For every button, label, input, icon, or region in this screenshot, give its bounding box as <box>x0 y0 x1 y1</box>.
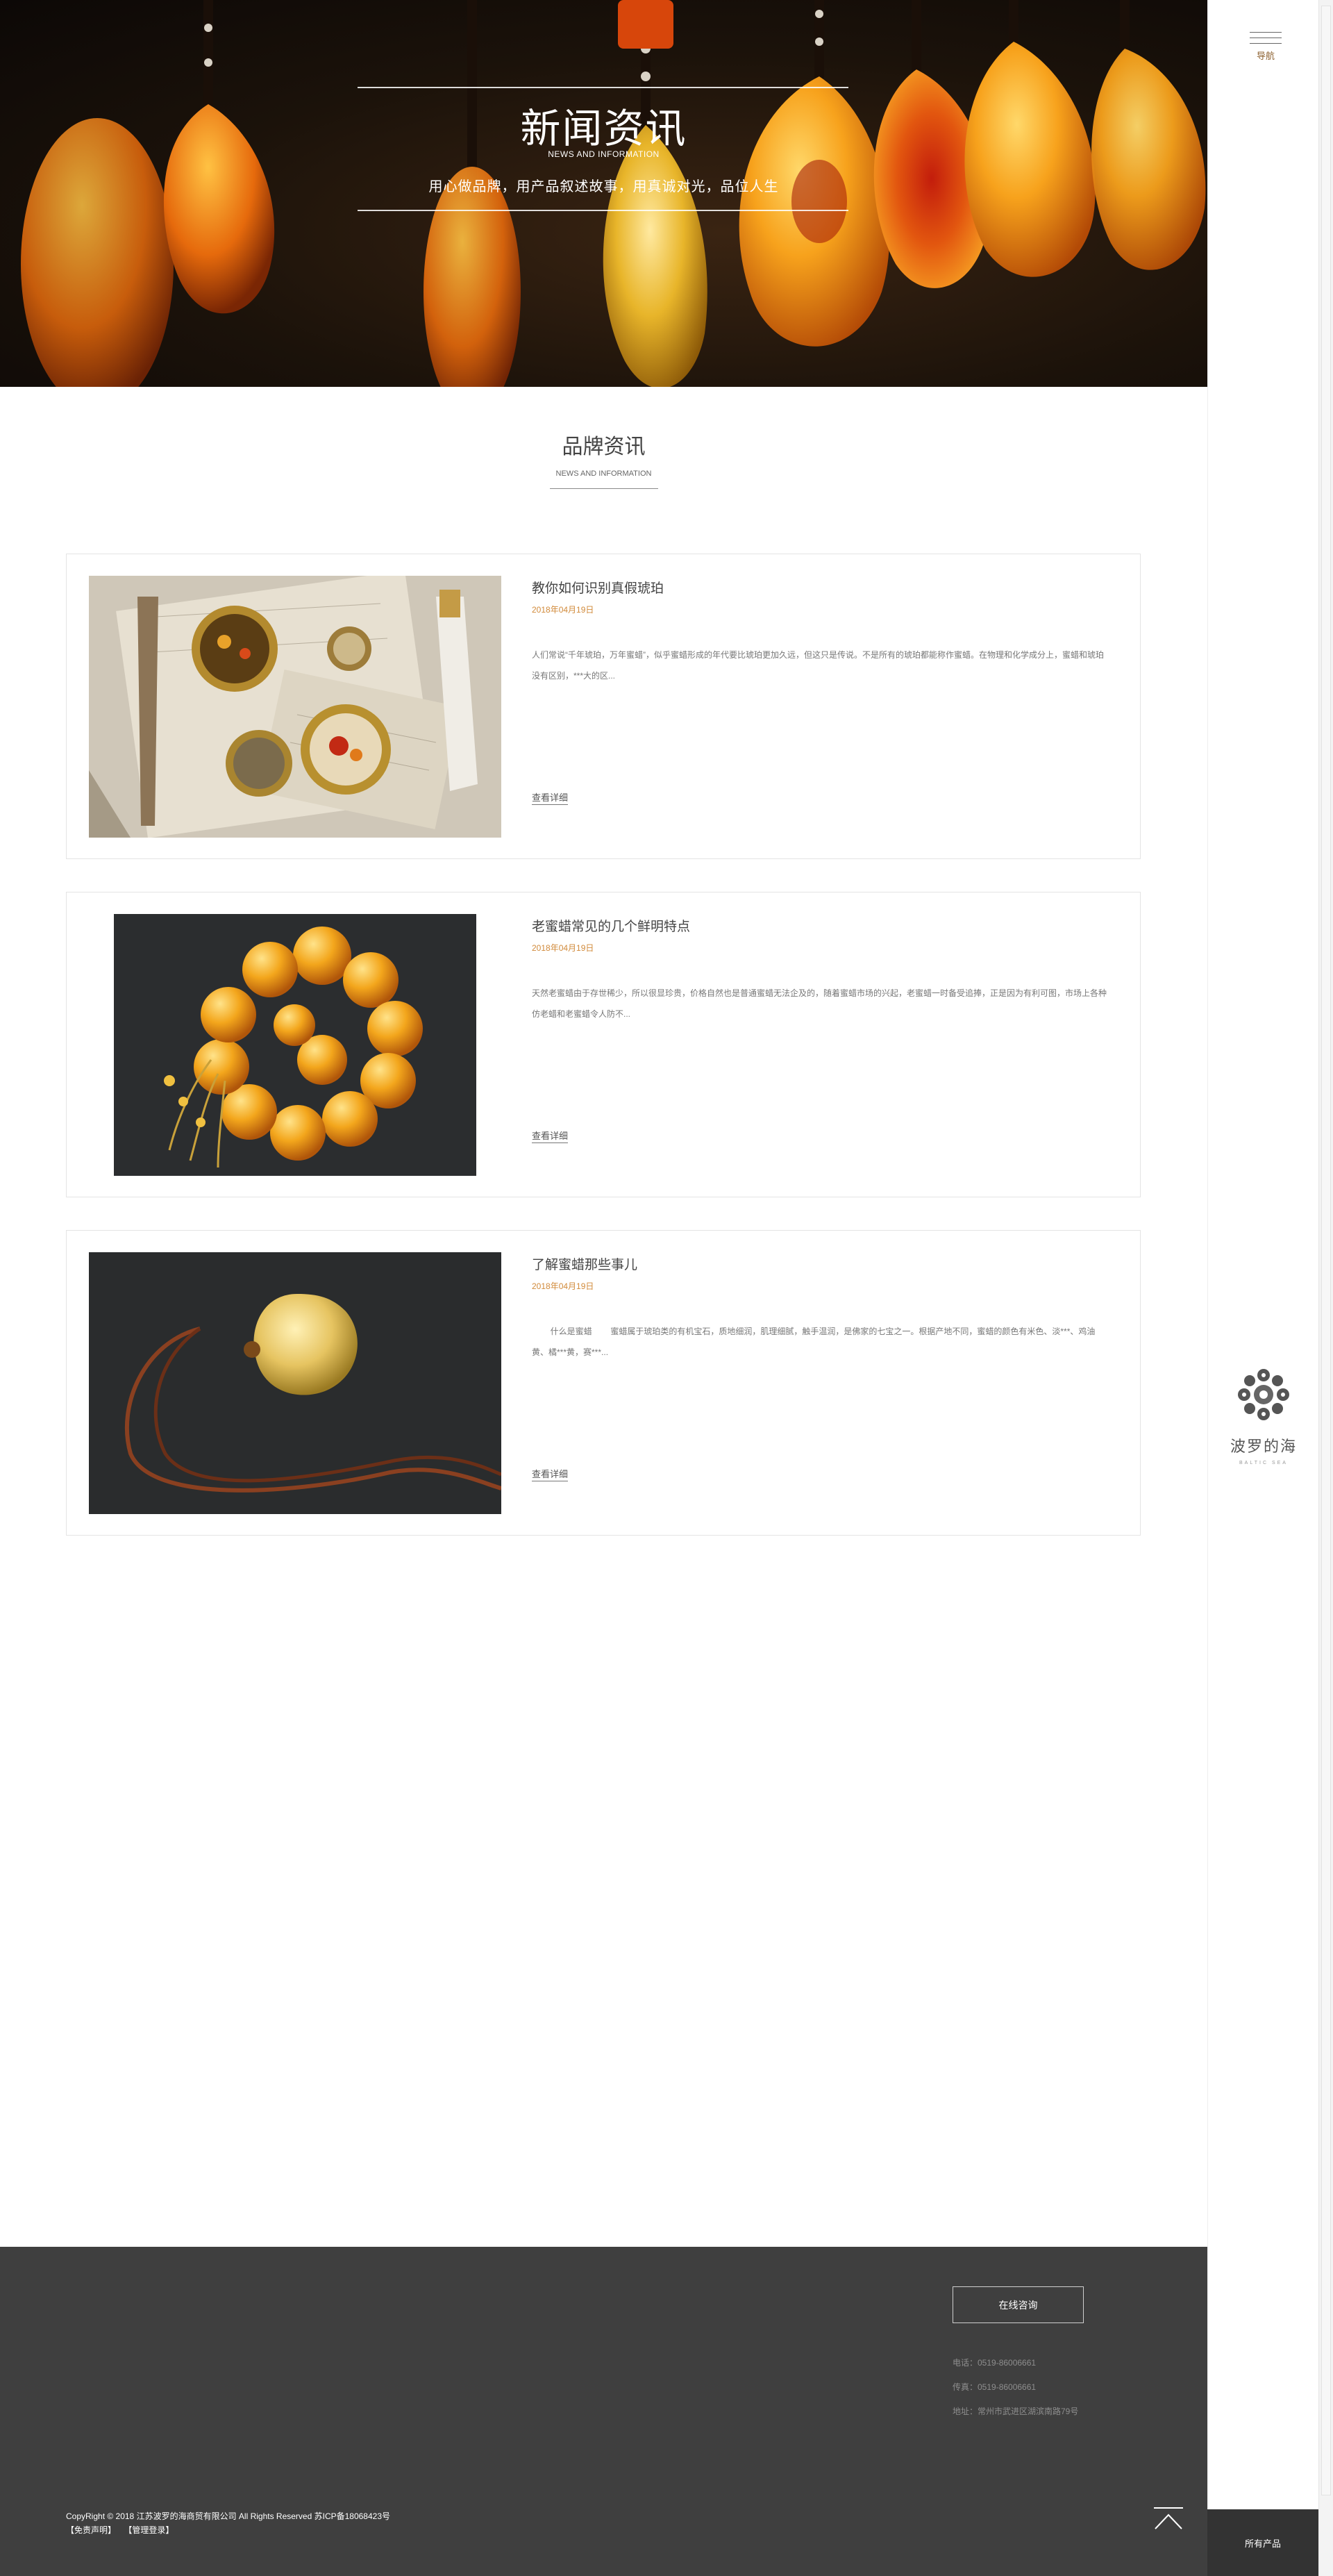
news-card[interactable]: 老蜜蜡常见的几个鲜明特点 2018年04月19日 天然老蜜蜡由于存世稀少，所以很… <box>66 892 1141 1197</box>
scrollbar-thumb[interactable] <box>1321 6 1331 2495</box>
back-to-top-button[interactable] <box>1152 2507 1184 2532</box>
brand-name-en: BALTIC SEA <box>1239 1461 1288 1465</box>
news-date: 2018年04月19日 <box>532 943 594 953</box>
chevron-up-icon <box>1154 2507 1183 2529</box>
hero-title: 新闻资讯 <box>520 105 687 152</box>
hamburger-icon <box>1250 32 1282 33</box>
beeswax-pendant-image <box>89 1252 501 1514</box>
news-excerpt: 人们常说“千年琥珀，万年蜜蜡”，似乎蜜蜡形成的年代要比琥珀更加久远，但这只是传说… <box>532 650 1104 681</box>
footer-links: 【免责声明】 【管理登录】 <box>66 2524 179 2536</box>
amber-bracelet-image <box>114 914 476 1176</box>
view-details-link[interactable]: 查看详细 <box>532 790 569 805</box>
nav-menu-button[interactable]: 导航 <box>1250 31 1282 65</box>
section-title: 品牌资讯 <box>562 435 646 458</box>
right-sidebar: 导航 波罗的海 BALTIC SEA <box>1207 0 1318 2576</box>
nav-menu-label: 导航 <box>1256 51 1275 61</box>
hamburger-icon-bar <box>1250 43 1282 44</box>
news-title[interactable]: 老蜜蜡常见的几个鲜明特点 <box>532 916 690 935</box>
hero-slogan: 用心做品牌，用产品叙述故事，用真诚对光，品位人生 <box>428 179 779 194</box>
hero-bottom-line <box>358 210 848 211</box>
news-thumbnail[interactable] <box>89 576 501 838</box>
amber-coins-image <box>89 576 501 838</box>
brand-logo[interactable]: 波罗的海 BALTIC SEA <box>1208 1361 1319 1465</box>
news-card[interactable]: 教你如何识别真假琥珀 2018年04月19日 人们常说“千年琥珀，万年蜜蜡”，似… <box>66 554 1141 859</box>
news-title[interactable]: 教你如何识别真假琥珀 <box>532 578 664 597</box>
view-details-link[interactable]: 查看详细 <box>532 1129 569 1143</box>
footer: 在线咨询 电话：0519-86006661 传真：0519-86006661 地… <box>0 2247 1207 2576</box>
admin-login-link[interactable]: 【管理登录】 <box>124 2525 174 2535</box>
news-date: 2018年04月19日 <box>532 605 594 615</box>
news-card[interactable]: 了解蜜蜡那些事儿 2018年04月19日 什么是蜜蜡 蜜蜡属于琥珀类的有机宝石，… <box>66 1230 1141 1536</box>
news-date: 2018年04月19日 <box>532 1281 594 1291</box>
section-divider <box>550 488 658 489</box>
news-excerpt: 什么是蜜蜡 蜜蜡属于琥珀类的有机宝石，质地细润，肌理细腻，触手温润，是佛家的七宝… <box>532 1327 1096 1357</box>
news-thumbnail[interactable] <box>89 1252 501 1514</box>
brand-name: 波罗的海 <box>1230 1438 1297 1456</box>
news-title[interactable]: 了解蜜蜡那些事儿 <box>532 1254 637 1273</box>
news-thumbnail[interactable] <box>114 914 476 1176</box>
footer-fax: 传真：0519-86006661 <box>953 2382 1037 2392</box>
online-consult-button[interactable]: 在线咨询 <box>953 2286 1084 2323</box>
section-subtitle: NEWS AND INFORMATION <box>555 470 652 478</box>
hero-subtitle: NEWS AND INFORMATION <box>548 149 660 159</box>
scrollbar[interactable] <box>1318 0 1333 2576</box>
hero-overlay: 新闻资讯 NEWS AND INFORMATION 用心做品牌，用产品叙述故事，… <box>0 0 1207 387</box>
flower-logo-icon <box>1238 1369 1289 1420</box>
copyright-text: CopyRight © 2018 江苏波罗的海商贸有限公司 All Rights… <box>66 2511 391 2521</box>
hero-top-line <box>358 87 848 88</box>
all-products-button[interactable]: 所有产品 <box>1207 2509 1318 2576</box>
disclaimer-link[interactable]: 【免责声明】 <box>66 2525 116 2535</box>
hero-banner: 新闻资讯 NEWS AND INFORMATION 用心做品牌，用产品叙述故事，… <box>0 0 1207 387</box>
footer-phone: 电话：0519-86006661 <box>953 2358 1037 2368</box>
footer-address: 地址：常州市武进区湖滨南路79号 <box>953 2407 1079 2416</box>
news-excerpt: 天然老蜜蜡由于存世稀少，所以很显珍贵，价格自然也是普通蜜蜡无法企及的，随着蜜蜡市… <box>532 988 1107 1019</box>
view-details-link[interactable]: 查看详细 <box>532 1467 569 1481</box>
